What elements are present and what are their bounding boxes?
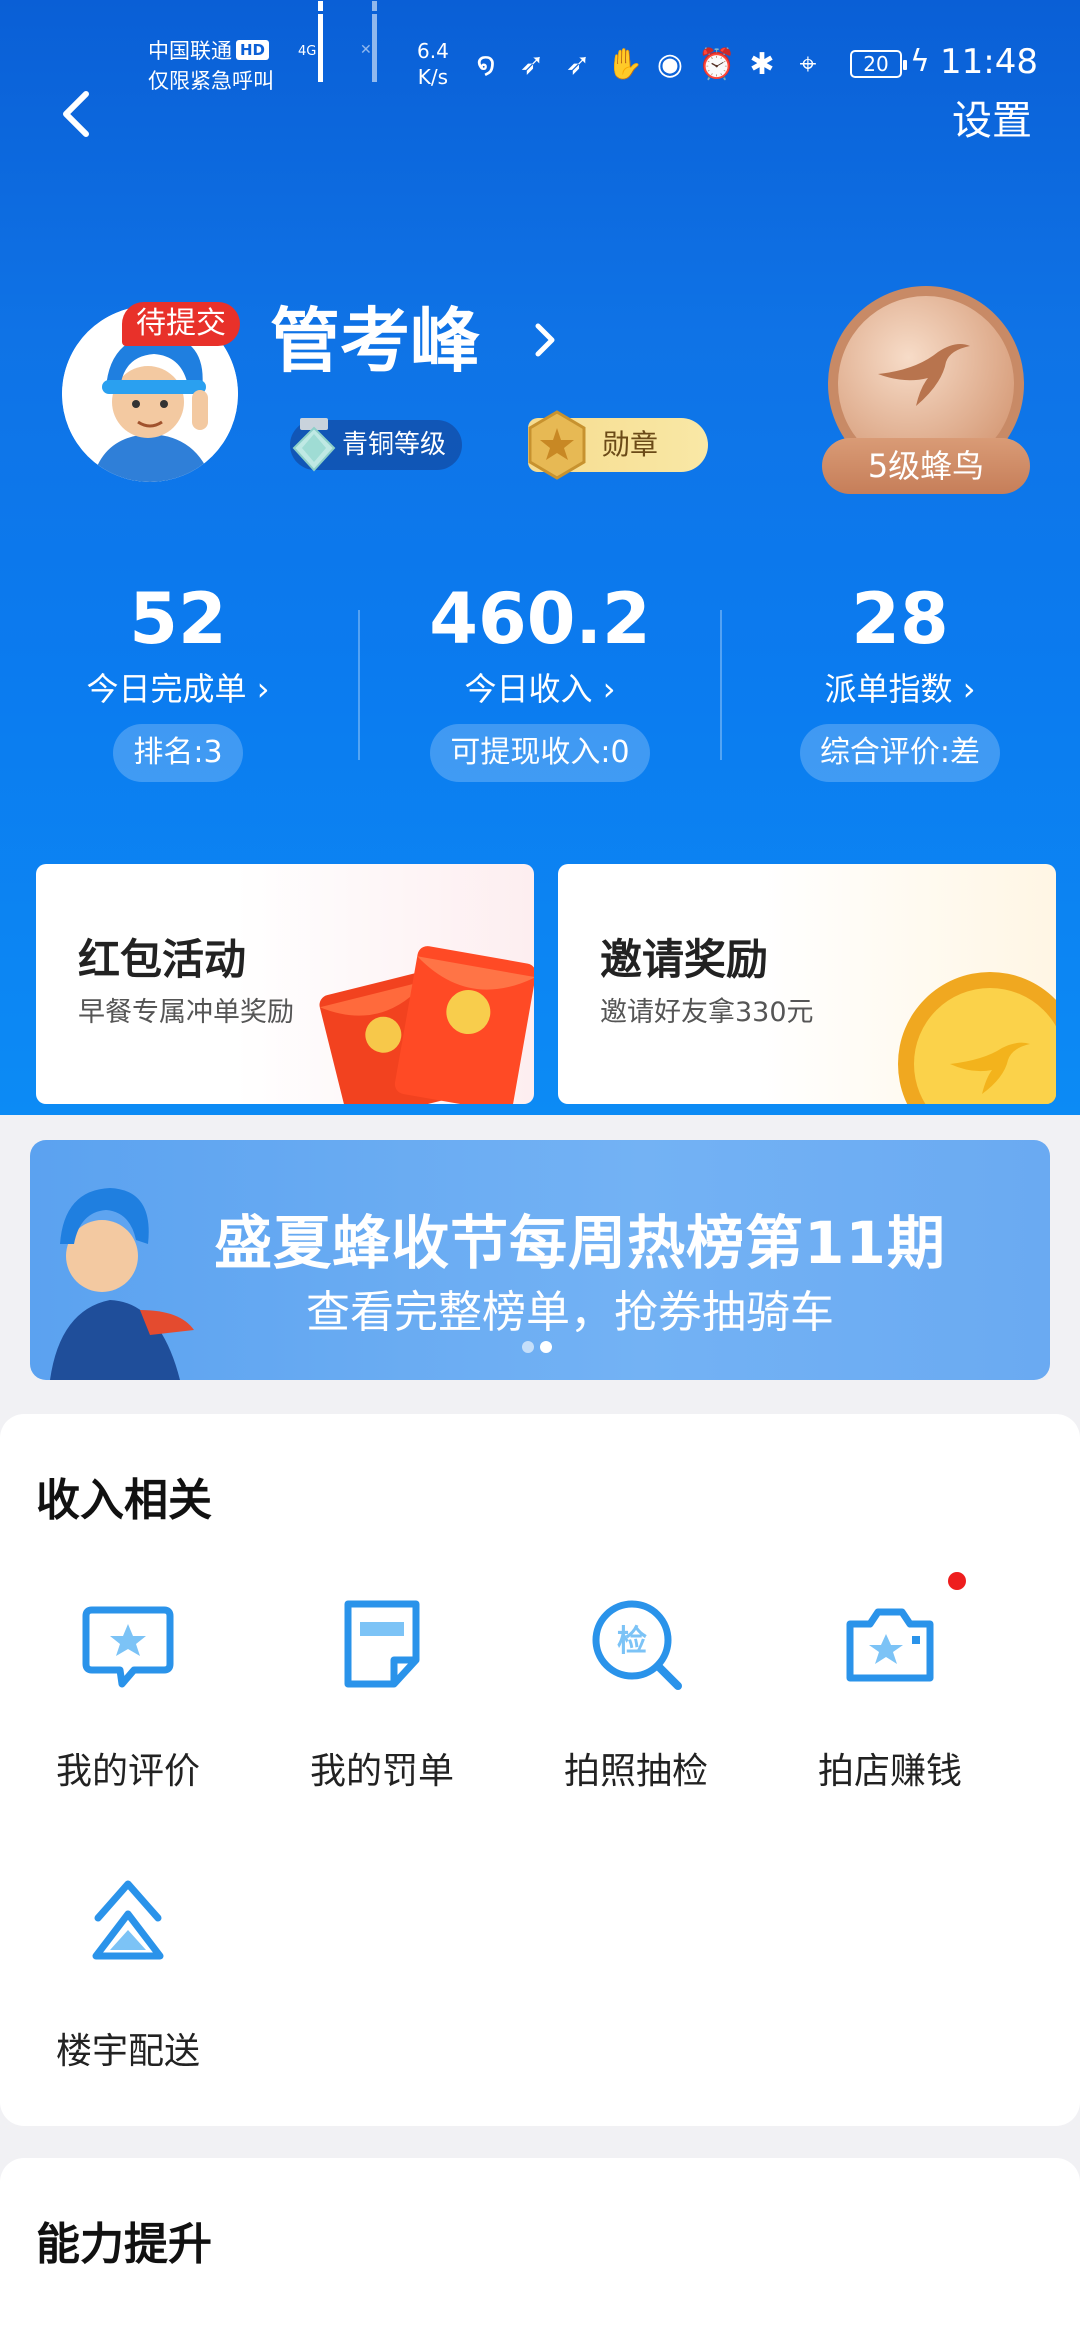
medal-badge-label: 勋章 [602, 428, 659, 461]
tool-my-tickets[interactable]: 我的罚单 [272, 1594, 492, 1794]
carrier-info: 中国联通 HD 仅限紧急呼叫 [148, 36, 274, 96]
hand-app-icon: ✋ [606, 47, 644, 82]
today-income-label[interactable]: 今日收入 › [400, 664, 680, 714]
stat-divider [720, 610, 722, 760]
svg-text:检: 检 [617, 1624, 647, 1659]
red-packet-subtitle: 早餐专属冲单奖励 [78, 997, 294, 1028]
photo-inspection-label: 拍照抽检 [563, 1751, 708, 1792]
dispatch-index-value: 28 [851, 578, 949, 660]
stat-dispatch-index[interactable]: 28 派单指数 › 综合评价:差 [760, 574, 1040, 782]
red-packet-card[interactable]: 红包活动 早餐专属冲单奖励 [36, 864, 534, 1104]
hd-icon: HD [236, 40, 270, 60]
stat-today-income[interactable]: 460.2 今日收入 › 可提现收入:0 [400, 574, 680, 782]
bluetooth-icon: ✱ [749, 47, 775, 82]
today-income-value: 460.2 [429, 578, 651, 660]
stat-completed-orders[interactable]: 52 今日完成单 › 排名:3 [38, 574, 318, 782]
settings-button[interactable]: 设置 [952, 88, 1032, 146]
emergency-only-text: 仅限紧急呼叫 [148, 69, 274, 93]
star-chat-icon [82, 1606, 174, 1688]
pending-submission-badge: 待提交 [122, 302, 240, 346]
new-notification-dot [948, 1572, 966, 1590]
withdrawable-income-pill: 可提现收入:0 [430, 724, 650, 782]
banner-title: 盛夏蜂收节每周热榜第11期 [214, 1209, 946, 1277]
my-tickets-label: 我的罚单 [309, 1751, 454, 1792]
rank-title: 5级蜂鸟 [822, 438, 1030, 494]
tool-my-reviews[interactable]: 我的评价 [18, 1594, 238, 1794]
clock: 11:48 [940, 42, 1038, 82]
star-medal-icon [528, 410, 586, 480]
invite-reward-subtitle: 邀请好友拿330元 [600, 997, 814, 1028]
carousel-dots [522, 1338, 558, 1357]
completed-orders-label[interactable]: 今日完成单 › [38, 664, 318, 714]
network-speed: 6.4 K/s [417, 38, 449, 90]
user-name[interactable]: 管考峰 [270, 296, 480, 386]
bronze-gem-icon [292, 418, 336, 472]
shop-photo-earn-label: 拍店赚钱 [817, 1751, 962, 1792]
invite-reward-card[interactable]: 邀请奖励 邀请好友拿330元 [558, 864, 1056, 1104]
ticket-note-icon [344, 1600, 420, 1688]
gold-coin-icon [898, 972, 1056, 1104]
income-section-title: 收入相关 [36, 1475, 212, 1526]
carrier-name: 中国联通 [148, 39, 232, 63]
spiral-app-icon: ໑ [476, 47, 496, 82]
location-icon: ⌖ [799, 47, 817, 82]
battery-icon: 20 [850, 50, 907, 78]
overall-rating-pill: 综合评价:差 [799, 724, 1001, 782]
invite-reward-title: 邀请奖励 [600, 935, 769, 984]
income-section: 收入相关 我的评价 我的罚单 检 拍照抽检 拍店赚钱 楼宇配送 [0, 1414, 1080, 2126]
level-badge[interactable]: 青铜等级 [290, 418, 463, 472]
inspect-search-icon: 检 [592, 1600, 682, 1690]
promo-banner[interactable]: 盛夏蜂收节每周热榜第11期 查看完整榜单，抢券抽骑车 [30, 1140, 1050, 1380]
back-arrow-icon[interactable] [52, 84, 102, 144]
status-bar: 中国联通 HD 仅限紧急呼叫 4G ✕ 6.4 K/s ໑ ➶ ➶ ✋ ◉ ⏰ ✱… [0, 0, 1080, 110]
net-speed-value: 6.4 [417, 39, 449, 63]
dispatch-index-label[interactable]: 派单指数 › [760, 664, 1040, 714]
camera-icon [846, 1608, 934, 1682]
net-speed-unit: K/s [417, 65, 449, 89]
charging-icon: ϟ [910, 44, 930, 79]
eye-icon: ◉ [656, 47, 684, 82]
level-badge-label: 青铜等级 [342, 430, 447, 460]
chevron-right-icon[interactable] [530, 318, 560, 362]
my-reviews-label: 我的评价 [55, 1751, 200, 1792]
ability-section-title: 能力提升 [36, 2219, 212, 2270]
stat-divider [358, 610, 360, 760]
notification-icons: ໑ ➶ ➶ ✋ ◉ ⏰ ✱ ⌖ [468, 46, 826, 84]
red-envelope-icon [319, 946, 534, 1104]
completed-orders-value: 52 [129, 578, 227, 660]
building-delivery-icon [92, 1880, 164, 1960]
banner-subtitle: 查看完整榜单，抢券抽骑车 [306, 1287, 834, 1338]
tool-photo-inspection[interactable]: 检 拍照抽检 [526, 1594, 746, 1794]
red-packet-title: 红包活动 [78, 935, 247, 984]
tool-building-delivery[interactable]: 楼宇配送 [18, 1874, 238, 2074]
tool-shop-photo-earn[interactable]: 拍店赚钱 [780, 1594, 1000, 1794]
ranking-pill: 排名:3 [113, 724, 243, 782]
bird-app-icon: ➶ [519, 47, 545, 82]
medal-badge[interactable]: 勋章 [528, 410, 708, 480]
ability-section: 能力提升 [0, 2158, 1080, 2340]
building-delivery-label: 楼宇配送 [55, 2031, 200, 2072]
alarm-icon: ⏰ [698, 47, 736, 82]
bird-app-icon-2: ➶ [565, 47, 591, 82]
